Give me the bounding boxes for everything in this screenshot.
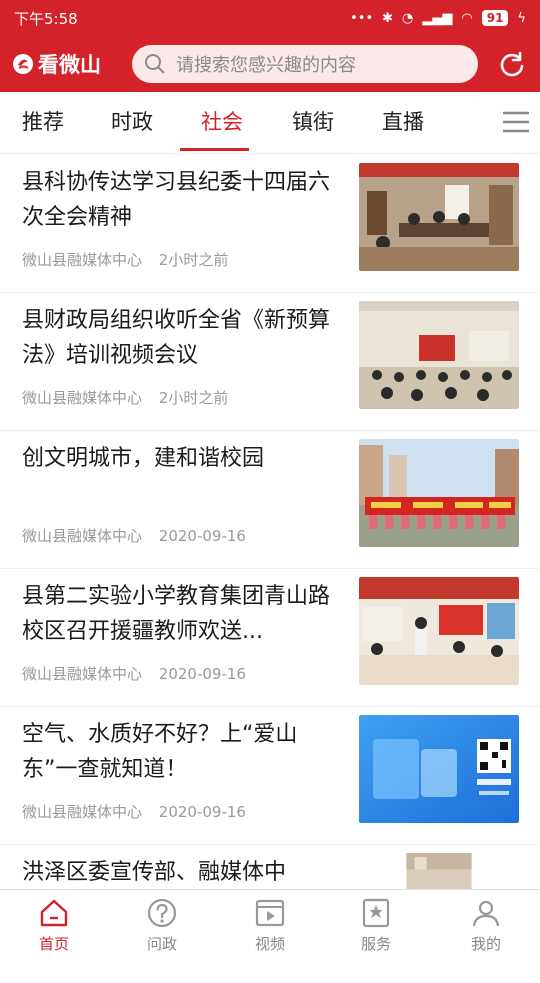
app-header: 看微山 请搜索您感兴趣的内容 [0, 36, 540, 92]
tab-recommend[interactable]: 推荐 [22, 92, 64, 154]
news-item[interactable]: 县财政局组织收听全省《新预算法》培训视频会议 微山县融媒体中心 2小时之前 [0, 293, 540, 431]
news-time: 2020-09-16 [158, 665, 246, 683]
news-time: 2020-09-16 [158, 527, 246, 545]
status-bar: 下午5:58 ••• ✱ ◔ ▂▄▆ ◠ 91 ϟ [0, 0, 540, 36]
nav-label: 我的 [470, 935, 501, 953]
tab-society[interactable]: 社会 [201, 92, 243, 154]
logo-text: 看微山 [38, 53, 101, 77]
nav-label: 问政 [146, 935, 177, 953]
news-thumbnail [359, 715, 519, 823]
news-time: 2小时之前 [158, 389, 229, 407]
news-source: 微山县融媒体中心 [22, 665, 143, 683]
nav-service[interactable]: 服务 [336, 896, 416, 954]
news-title: 创文明城市，建和谐校园 [22, 446, 265, 471]
home-icon [40, 899, 68, 927]
nav-label: 首页 [38, 935, 69, 953]
news-source: 微山县融媒体中心 [22, 803, 143, 821]
nav-label: 服务 [360, 935, 391, 953]
news-item[interactable]: 县第二实验小学教育集团青山路校区召开援疆教师欢送... 微山县融媒体中心 202… [0, 569, 540, 707]
refresh-button[interactable] [496, 48, 528, 80]
news-thumbnail [359, 163, 519, 271]
news-thumbnail [359, 439, 519, 547]
app-logo[interactable]: 看微山 [12, 49, 130, 79]
news-thumbnail [359, 577, 519, 685]
news-time: 2020-09-16 [158, 803, 246, 821]
battery-badge: 91 [481, 10, 509, 26]
news-source: 微山县融媒体中心 [22, 251, 143, 269]
news-title: 空气、水质好不好？上“爱山东”一查就知道！ [22, 722, 298, 782]
search-placeholder: 请搜索您感兴趣的内容 [176, 55, 356, 76]
nav-profile[interactable]: 我的 [446, 896, 526, 954]
news-thumbnail [359, 301, 519, 409]
nav-video[interactable]: 视频 [230, 896, 310, 954]
active-tab-indicator [180, 148, 249, 151]
news-time: 2小时之前 [158, 251, 229, 269]
status-time: 下午5:58 [14, 9, 78, 28]
wifi-icon: ◠ [461, 10, 473, 26]
signal-icon: ▂▄▆ [422, 10, 453, 26]
news-item[interactable]: 创文明城市，建和谐校园 微山县融媒体中心 2020-09-16 [0, 431, 540, 569]
user-icon [472, 900, 500, 927]
charging-icon: ϟ [517, 10, 526, 26]
news-item[interactable]: 县科协传达学习县纪委十四届六次全会精神 微山县融媒体中心 2小时之前 [0, 155, 540, 293]
status-icons: ••• ✱ ◔ ▂▄▆ ◠ 91 ϟ [350, 10, 526, 26]
nav-home[interactable]: 首页 [14, 896, 94, 954]
more-dots-icon: ••• [350, 10, 374, 26]
news-meta: 微山县融媒体中心 2020-09-16 [22, 525, 246, 546]
news-source: 微山县融媒体中心 [22, 527, 143, 545]
news-title: 县财政局组织收听全省《新预算法》培训视频会议 [22, 308, 331, 368]
refresh-icon [500, 51, 524, 77]
video-icon [255, 899, 285, 927]
category-tabs: 推荐 时政 社会 镇街 直播 [0, 92, 540, 154]
news-source: 微山县融媒体中心 [22, 389, 143, 407]
question-icon [147, 898, 177, 928]
news-meta: 微山县融媒体中心 2小时之前 [22, 249, 228, 270]
service-icon [362, 898, 390, 928]
news-title: 县科协传达学习县纪委十四届六次全会精神 [22, 170, 331, 230]
nav-label: 视频 [254, 935, 285, 953]
tab-menu-icon[interactable] [500, 108, 532, 136]
alarm-icon: ◔ [402, 10, 414, 26]
bluetooth-icon: ✱ [382, 10, 394, 26]
news-meta: 微山县融媒体中心 2020-09-16 [22, 663, 246, 684]
tab-towns[interactable]: 镇街 [292, 92, 334, 154]
search-bar[interactable]: 请搜索您感兴趣的内容 [132, 45, 478, 83]
bottom-nav: 首页 问政 视频 服务 我的 [0, 889, 540, 960]
search-icon [145, 54, 165, 74]
nav-inquiry[interactable]: 问政 [122, 896, 202, 954]
tab-politics[interactable]: 时政 [111, 92, 153, 154]
news-meta: 微山县融媒体中心 2小时之前 [22, 387, 228, 408]
logo-mark-icon [13, 54, 33, 74]
tab-live[interactable]: 直播 [382, 92, 424, 154]
news-meta: 微山县融媒体中心 2020-09-16 [22, 801, 246, 822]
news-title: 县第二实验小学教育集团青山路校区召开援疆教师欢送... [22, 584, 331, 644]
news-item[interactable]: 空气、水质好不好？上“爱山东”一查就知道！ 微山县融媒体中心 2020-09-1… [0, 707, 540, 845]
